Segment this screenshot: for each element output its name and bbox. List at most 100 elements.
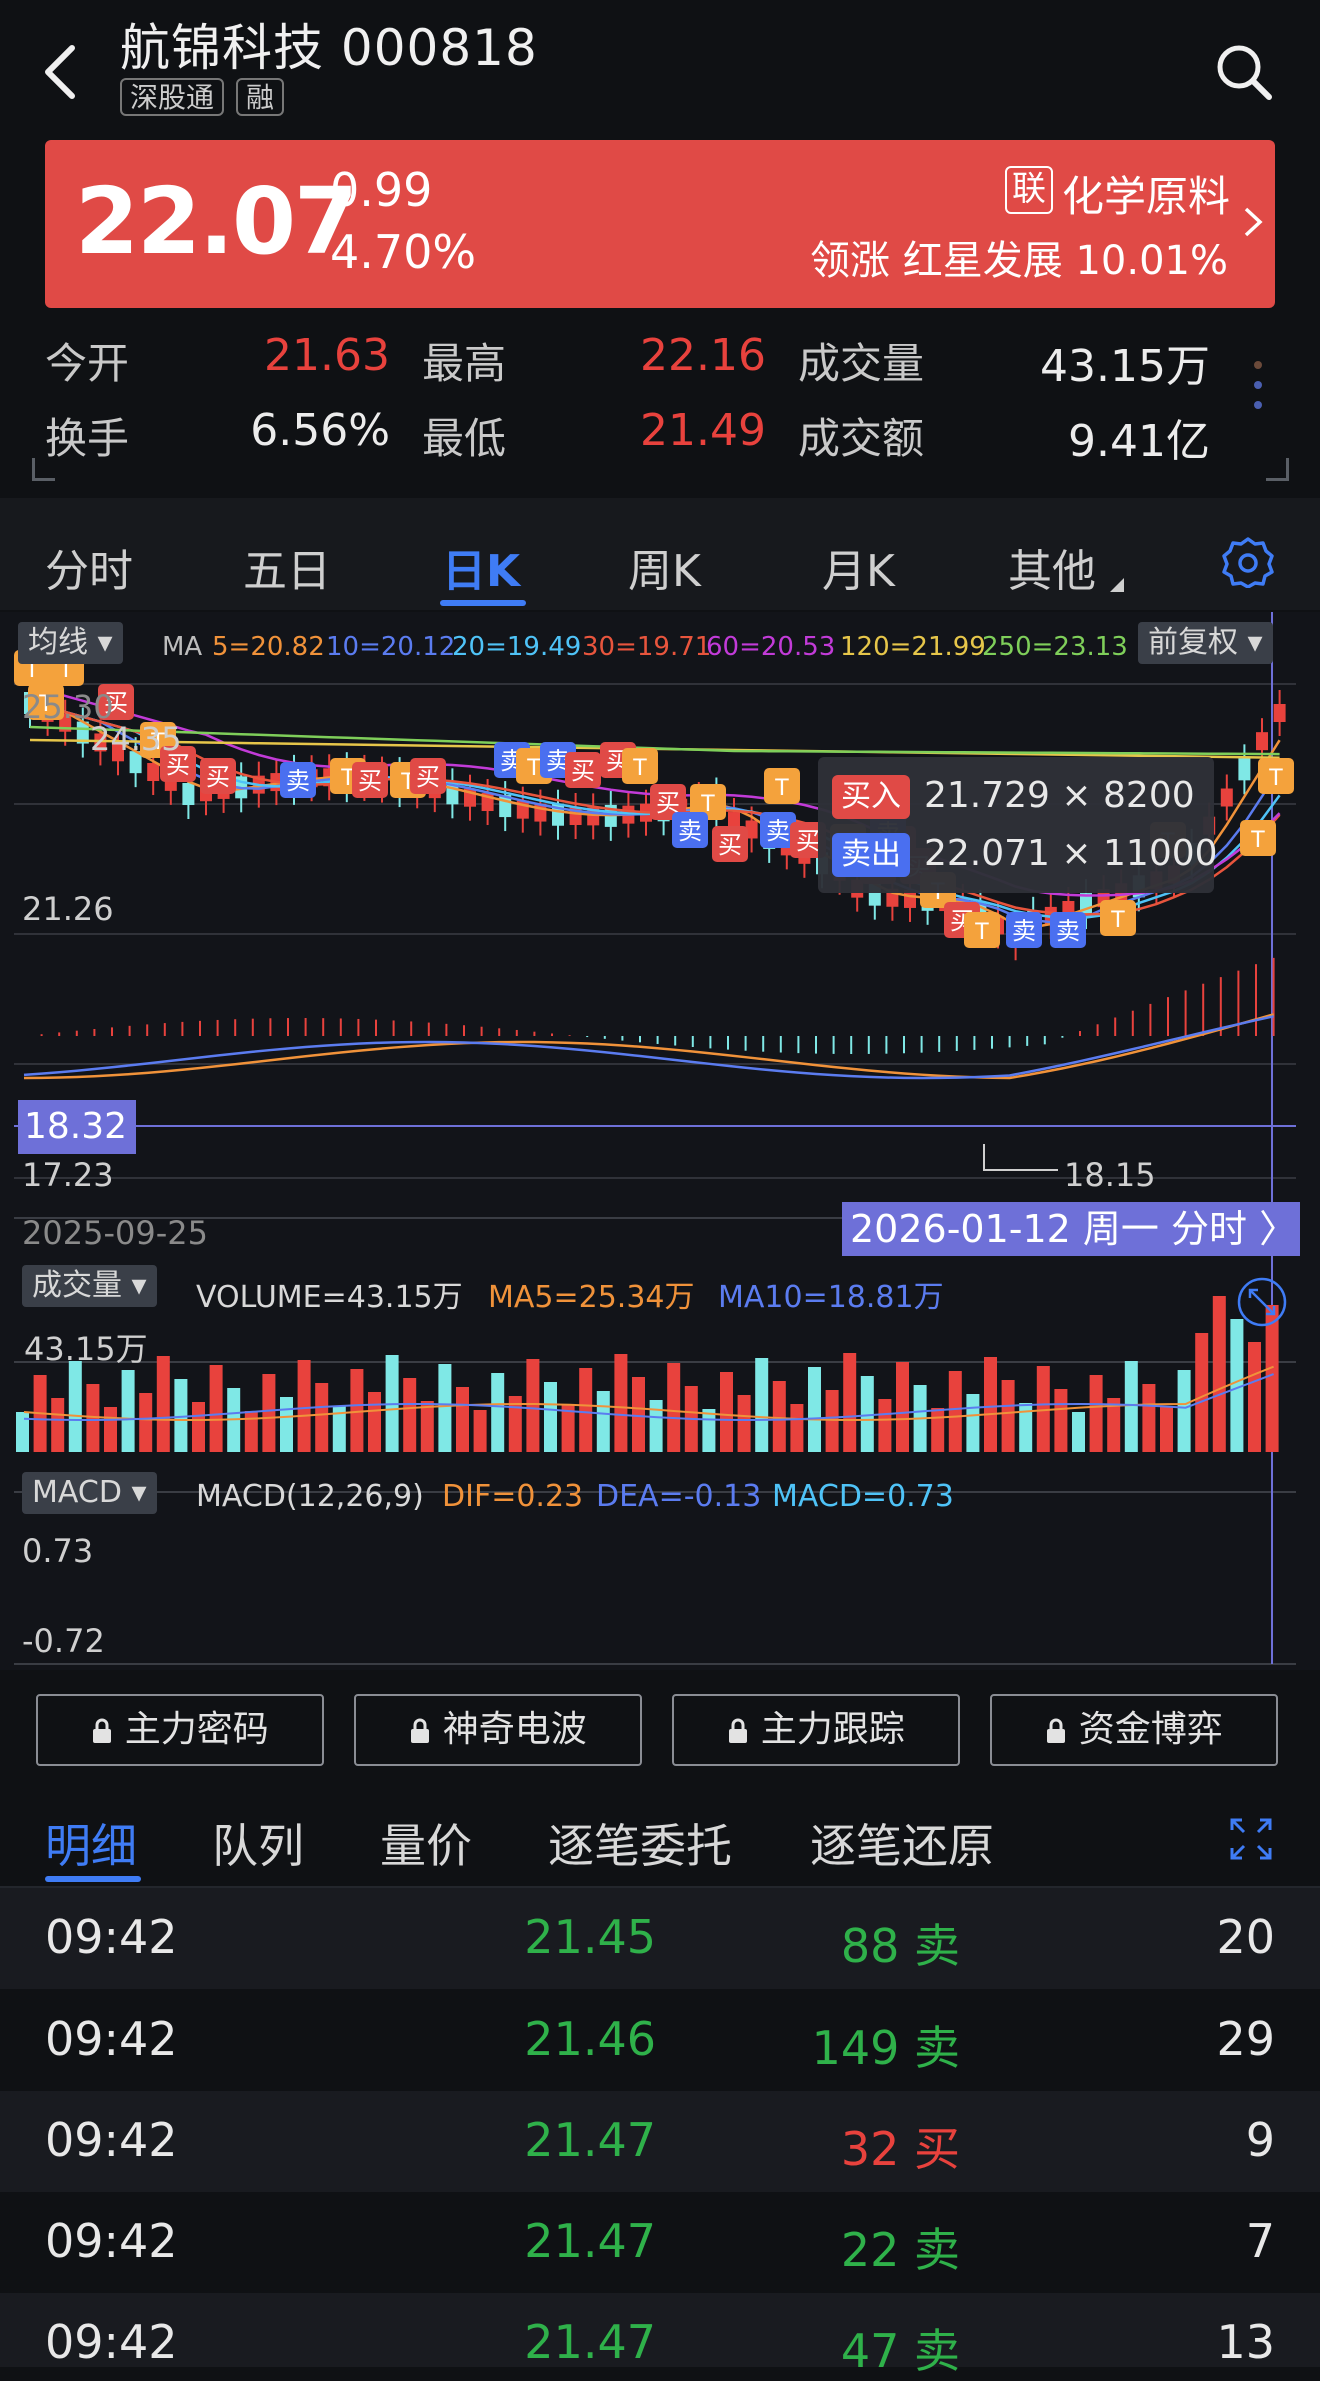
tab-five-day[interactable]: 五日 <box>243 535 331 599</box>
volume-bar <box>1054 1389 1068 1452</box>
trade-price: 21.47 <box>524 2113 656 2167</box>
volume-bar <box>139 1393 153 1452</box>
more-dots-icon[interactable] <box>1248 355 1268 415</box>
volume-bar <box>984 1357 997 1452</box>
stock-title: 航锦科技 000818 <box>120 19 538 77</box>
volume-bar <box>755 1358 769 1452</box>
active-tab-indicator <box>440 600 526 606</box>
ma-prefix: MA <box>162 632 203 662</box>
table-row <box>0 2091 1320 2192</box>
tab-weekly-k[interactable]: 周K <box>628 535 701 599</box>
trade-marker-label: T <box>527 754 542 781</box>
lock-main-code-button[interactable]: 主力密码 <box>36 1694 324 1766</box>
high-price-label: 24.35 <box>90 720 182 758</box>
cursor-date-tag[interactable]: 2026-01-12 周一 分时 〉 <box>842 1202 1300 1256</box>
low-price-leader <box>983 1144 1058 1171</box>
volume-bar <box>51 1398 65 1452</box>
volume-bar <box>1001 1380 1015 1452</box>
trade-marker-label: 卖 <box>678 818 702 845</box>
volume-bar <box>1142 1384 1156 1452</box>
stat-high-label: 最高 <box>422 339 507 388</box>
tab-order-by-order[interactable]: 逐笔委托 <box>548 1810 732 1876</box>
volume-bar <box>772 1381 786 1452</box>
volume-bar <box>68 1361 82 1452</box>
ma-toggle-label: 均线 <box>28 625 88 660</box>
tab-other[interactable]: 其他 <box>1008 535 1096 599</box>
low-price-label: 18.15 <box>1064 1156 1156 1194</box>
volume-bar <box>579 1368 593 1452</box>
volume-bar <box>702 1409 716 1452</box>
volume-bar <box>632 1377 645 1452</box>
search-icon[interactable] <box>1214 42 1274 102</box>
trade-side: 卖 <box>914 1919 960 1973</box>
cursor-price-tag: 18.32 <box>18 1100 136 1154</box>
volume-bar <box>192 1402 205 1452</box>
volume-bar <box>280 1397 293 1452</box>
ma30-value: 30=19.71 <box>582 632 712 662</box>
axis-low-label: 17.23 <box>22 1156 114 1194</box>
ma20-value: 20=19.49 <box>452 632 582 662</box>
volume-axis-label: 43.15万 <box>24 1330 148 1368</box>
tab-intraday[interactable]: 分时 <box>45 535 133 599</box>
lock-button-label: 主力密码 <box>124 1709 269 1750</box>
tab-detail[interactable]: 明细 <box>45 1810 137 1876</box>
lock-magic-wave-button[interactable]: 神奇电波 <box>354 1694 642 1766</box>
tab-daily-k[interactable]: 日K <box>442 535 520 599</box>
adjust-button[interactable]: 前复权 ▾ <box>1138 622 1273 664</box>
trade-volume: 32 买 <box>700 2113 960 2179</box>
volume-indicator-button[interactable]: 成交量 ▾ <box>22 1265 157 1307</box>
volume-bar <box>896 1362 909 1452</box>
trade-count: 7 <box>1245 2214 1275 2268</box>
volume-bar <box>1177 1370 1191 1452</box>
trade-time: 09:42 <box>45 2214 178 2268</box>
table-row <box>0 1990 1320 2091</box>
trade-count: 20 <box>1216 1910 1275 1964</box>
chevron-right-icon[interactable] <box>1242 205 1264 239</box>
trade-price: 21.45 <box>524 1910 656 1964</box>
macd-params: MACD(12,26,9) <box>196 1479 424 1514</box>
volume-value: VOLUME=43.15万 <box>196 1280 463 1315</box>
tab-tick-restore[interactable]: 逐笔还原 <box>810 1810 994 1876</box>
tag-margin: 融 <box>236 78 285 116</box>
settings-gear-icon[interactable] <box>1222 536 1274 588</box>
volume-button-label: 成交量 <box>32 1268 122 1303</box>
candle-body <box>1220 788 1233 807</box>
tab-volume-price[interactable]: 量价 <box>380 1810 472 1876</box>
collapse-corner-right <box>1266 458 1289 481</box>
tab-queue[interactable]: 队列 <box>212 1810 304 1876</box>
lock-main-tracking-button[interactable]: 主力跟踪 <box>672 1694 960 1766</box>
volume-bar <box>473 1410 487 1452</box>
dropdown-triangle-icon <box>1110 578 1124 592</box>
trade-volume-value: 32 <box>840 2122 900 2176</box>
back-arrow-icon[interactable] <box>40 42 80 102</box>
buy-record: 21.729 × 8200 <box>924 775 1195 816</box>
candle-body <box>1273 704 1286 722</box>
trade-side: 卖 <box>914 2223 960 2277</box>
lock-icon <box>1047 1718 1066 1743</box>
trade-price: 21.46 <box>524 2012 656 2066</box>
volume-bar <box>878 1399 892 1452</box>
trade-count: 29 <box>1216 2012 1275 2066</box>
volume-bar <box>121 1370 135 1452</box>
volume-bar <box>737 1395 751 1452</box>
stat-amount-value: 9.41亿 <box>1068 416 1210 467</box>
ma-toggle-button[interactable]: 均线 ▾ <box>18 622 123 664</box>
macd-indicator-button[interactable]: MACD ▾ <box>22 1472 157 1514</box>
expand-arrows-icon[interactable] <box>1236 1276 1288 1328</box>
table-row <box>0 1888 1320 1989</box>
tab-monthly-k[interactable]: 月K <box>822 535 895 599</box>
trade-marker-label: T <box>633 754 648 781</box>
industry-name[interactable]: 化学原料 <box>1062 163 1230 224</box>
volume-bar <box>1160 1407 1173 1452</box>
macd-value: MACD=0.73 <box>772 1479 954 1514</box>
lock-icon <box>93 1718 112 1743</box>
trade-marker-label: 买 <box>416 764 440 791</box>
volume-bar <box>1212 1296 1226 1452</box>
trade-marker-label: 买 <box>206 764 230 791</box>
volume-bar <box>244 1411 258 1452</box>
candle-body <box>147 763 160 782</box>
ma10-value: 10=20.12 <box>326 632 456 662</box>
trade-price: 21.47 <box>524 2214 656 2268</box>
fullscreen-icon[interactable] <box>1228 1816 1274 1862</box>
lock-fund-game-button[interactable]: 资金博弈 <box>990 1694 1278 1766</box>
